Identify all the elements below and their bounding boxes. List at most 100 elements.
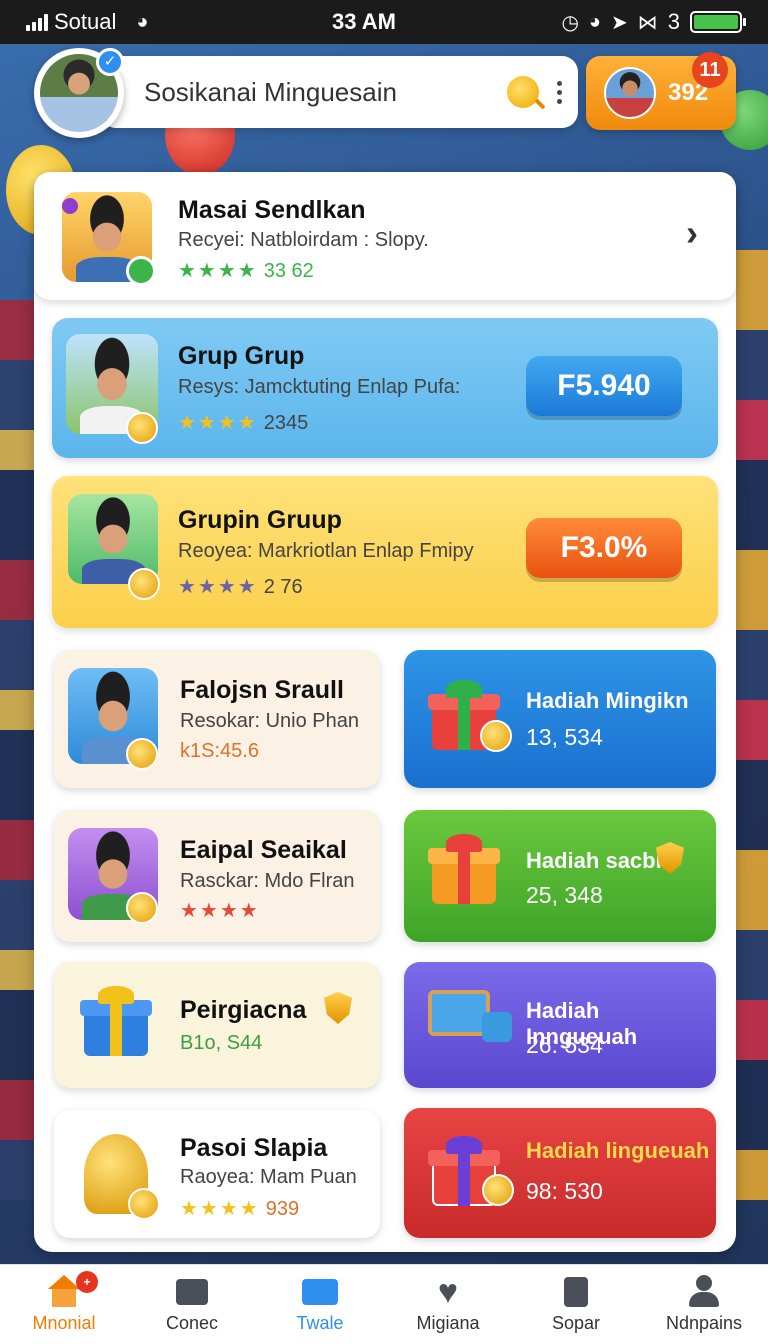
search-input[interactable]: Sosikanai Minguesain	[144, 77, 507, 108]
nav-label: Ndnpains	[665, 1313, 743, 1333]
group-title: Grup Grup	[178, 342, 305, 370]
status-bar: Sotual ◕ 33 AM ◷ ◕ ➤ ⋈ 3	[0, 0, 768, 44]
plant-icon	[482, 1012, 512, 1042]
player-subtitle: Rasckar: Mdo Flran	[180, 870, 355, 892]
player-score: B1o, S44	[180, 1032, 263, 1054]
prize-card[interactable]: Hadiah Mingikn 13, 534	[404, 650, 716, 788]
profile-icon	[686, 1275, 722, 1309]
search-bar[interactable]: Sosikanai Minguesain	[100, 56, 578, 128]
player-card[interactable]: Pasoi Slapia Raoyea: Mam Puan ★★★★ 939	[54, 1110, 380, 1238]
group-title: Grupin Gruup	[178, 506, 342, 534]
nav-item-favorites[interactable]: ♥ Migiana	[388, 1275, 508, 1334]
prize-value: 13, 534	[526, 724, 603, 750]
user-avatar[interactable]: ✓	[34, 48, 124, 138]
nav-label: Sopar	[551, 1313, 601, 1333]
rating-count: 939	[265, 1198, 300, 1220]
player-card[interactable]: Peirgiacna B1o, S44	[54, 962, 380, 1088]
notification-badge: 11	[692, 52, 728, 88]
background-banner-right	[734, 250, 768, 1200]
group-rating: ★★★★ 2345	[178, 410, 308, 435]
coin-icon	[128, 568, 160, 600]
prize-title: Hadiah lingueuah	[526, 1138, 710, 1163]
nav-label: Conec	[165, 1313, 219, 1333]
coin-icon	[482, 1174, 514, 1206]
price-button[interactable]: F5.940	[526, 356, 682, 416]
nav-item-clipboard[interactable]: Sopar	[516, 1275, 636, 1334]
prize-card[interactable]: Hadiah sacbi 25, 348	[404, 810, 716, 942]
main-panel: Masai Sendlkan Recyei: Natbloirdam : Slo…	[34, 172, 736, 1252]
prize-value: 26: 534	[526, 1032, 603, 1058]
nav-item-home[interactable]: + Mnonial	[4, 1271, 124, 1334]
bluetooth-icon: ⋈	[637, 11, 658, 34]
shield-icon	[324, 992, 352, 1024]
battery-text: 3	[667, 9, 680, 34]
coin-balance-button[interactable]: 392 11	[586, 52, 736, 130]
coin-icon	[126, 412, 158, 444]
coin-icon	[126, 892, 158, 924]
easel-icon	[428, 990, 490, 1036]
signal-icon	[26, 13, 48, 31]
nav-label: Mnonial	[32, 1313, 96, 1333]
heart-icon: ♥	[437, 1273, 459, 1311]
nav-badge: +	[76, 1271, 98, 1293]
clock: 33 AM	[332, 9, 396, 34]
prize-title: Hadiah sacbi	[526, 848, 662, 873]
gift-icon	[428, 834, 500, 906]
player-card[interactable]: Falojsn Sraull Resokar: Unio Phan k1S:45…	[54, 650, 380, 788]
chevron-right-icon[interactable]: ›	[686, 212, 698, 254]
background-banner-left	[0, 300, 34, 1200]
featured-subtitle: Recyei: Natbloirdam : Slopy.	[178, 229, 429, 251]
search-icon[interactable]	[507, 76, 539, 108]
alarm-icon: ◷	[561, 11, 579, 34]
coin-icon	[126, 738, 158, 770]
player-card[interactable]: Eaipal Seaikal Rasckar: Mdo Flran ★★★★	[54, 810, 380, 942]
rating-count: 2 76	[263, 576, 303, 598]
rating-count: 33 62	[263, 260, 314, 282]
group-subtitle: Resys: Jamcktuting Enlap Pufa:	[178, 376, 461, 398]
player-name: Eaipal Seaikal	[180, 836, 347, 864]
group-rating: ★★★★ 2 76	[178, 574, 303, 599]
nav-item-profile[interactable]: Ndnpains	[644, 1275, 764, 1334]
prize-value: 98: 530	[526, 1178, 603, 1204]
player-score: k1S:45.6	[180, 740, 259, 762]
wifi-icon: ◕	[588, 10, 601, 33]
ticket-icon	[302, 1275, 338, 1309]
coin-icon	[128, 1188, 160, 1220]
group-subtitle: Reoyea: Markriotlan Enlap Fmipy	[178, 540, 474, 562]
rating-stars: ★★★★	[178, 260, 258, 282]
featured-card[interactable]: Masai Sendlkan Recyei: Natbloirdam : Slo…	[34, 172, 736, 300]
rating-stars: ★★★★	[178, 576, 258, 598]
nav-label: Migiana	[416, 1313, 480, 1333]
more-options-icon[interactable]	[557, 80, 562, 104]
nav-item-connect[interactable]: Conec	[132, 1275, 252, 1334]
coin-icon	[480, 720, 512, 752]
featured-rating: ★★★★ 33 62	[178, 258, 314, 283]
player-name: Falojsn Sraull	[180, 676, 344, 704]
gift-icon	[80, 986, 152, 1058]
nav-item-ticket[interactable]: Twale	[260, 1275, 380, 1334]
featured-title: Masai Sendlkan	[178, 196, 366, 224]
group-card[interactable]: Grup Grup Resys: Jamcktuting Enlap Pufa:…	[52, 318, 718, 458]
verified-check-icon: ✓	[96, 48, 124, 76]
rating-stars: ★★★★	[180, 1198, 260, 1220]
prize-title: Hadiah Mingikn	[526, 688, 689, 713]
wifi-icon: ◕	[136, 10, 149, 33]
bottom-navigation: + Mnonial Conec Twale ♥ Migiana Sopar Nd…	[0, 1264, 768, 1344]
price-button[interactable]: F3.0%	[526, 518, 682, 578]
prize-card[interactable]: Hadiah lingueuah 98: 530	[404, 1108, 716, 1238]
prize-value: 25, 348	[526, 882, 603, 908]
prize-card[interactable]: Hadiah Inngueuah 26: 534	[404, 962, 716, 1088]
carrier-name: Sotual	[54, 9, 117, 34]
nav-label: Twale	[296, 1313, 344, 1333]
puzzle-icon	[174, 1275, 210, 1309]
player-name: Peirgiacna	[180, 996, 307, 1024]
clipboard-icon	[558, 1275, 594, 1309]
friend-avatar	[604, 67, 656, 119]
online-badge-icon	[126, 256, 156, 286]
rating-stars: ★★★★	[178, 412, 258, 434]
player-subtitle: Resokar: Unio Phan	[180, 710, 359, 732]
player-subtitle: Raoyea: Mam Puan	[180, 1166, 357, 1188]
rating-count: 2345	[263, 412, 309, 434]
group-card[interactable]: Grupin Gruup Reoyea: Markriotlan Enlap F…	[52, 476, 718, 628]
gem-icon	[62, 198, 78, 214]
